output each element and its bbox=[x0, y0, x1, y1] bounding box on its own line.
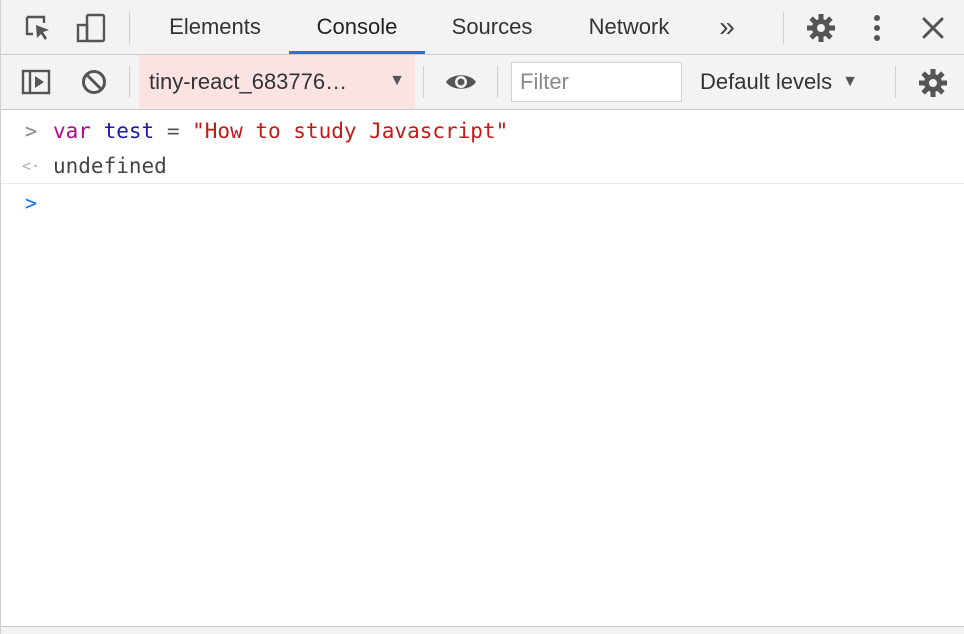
toolbar-separator bbox=[783, 12, 784, 44]
clear-console-icon[interactable] bbox=[77, 66, 111, 98]
console-input-code: var test = "How to study Javascript" bbox=[53, 119, 508, 143]
close-icon[interactable] bbox=[915, 10, 951, 46]
toolbar-separator bbox=[423, 66, 424, 98]
console-prompt[interactable]: > bbox=[1, 185, 964, 221]
console-output[interactable]: > var test = "How to study Javascript" <… bbox=[1, 110, 964, 626]
console-toolbar: tiny-react_683776… ▼ Default levels ▼ bbox=[1, 55, 964, 110]
tab-sources[interactable]: Sources bbox=[427, 0, 557, 54]
chevron-down-icon: ▼ bbox=[389, 72, 405, 89]
chevron-down-icon: ▼ bbox=[842, 73, 858, 90]
device-toolbar-icon[interactable] bbox=[73, 12, 109, 44]
entry-divider bbox=[1, 183, 964, 184]
gear-icon[interactable] bbox=[803, 10, 839, 46]
console-result-entry: <· undefined bbox=[1, 148, 964, 184]
code-operator: = bbox=[166, 119, 180, 143]
execution-context-label: tiny-react_683776… bbox=[149, 69, 348, 94]
drawer-edge bbox=[1, 626, 964, 634]
code-string: "How to study Javascript" bbox=[192, 119, 509, 143]
inspect-element-icon[interactable] bbox=[21, 12, 55, 44]
execution-context-selector[interactable]: tiny-react_683776… ▼ bbox=[139, 55, 415, 109]
eye-icon[interactable] bbox=[441, 66, 481, 98]
toolbar-separator bbox=[497, 66, 498, 98]
log-levels-dropdown[interactable]: Default levels ▼ bbox=[693, 55, 879, 109]
devtools-tab-bar: Elements Console Sources Network » bbox=[1, 0, 964, 55]
tab-console[interactable]: Console bbox=[289, 0, 425, 54]
filter-input[interactable] bbox=[511, 62, 682, 102]
input-chevron-icon: > bbox=[24, 119, 38, 143]
code-keyword: var bbox=[53, 119, 91, 143]
toolbar-separator bbox=[129, 66, 130, 98]
result-arrow-icon: <· bbox=[21, 157, 41, 175]
toolbar-separator bbox=[129, 12, 130, 44]
show-sidebar-icon[interactable] bbox=[19, 66, 53, 98]
devtools-window: Elements Console Sources Network » tiny-… bbox=[0, 0, 964, 634]
console-input-entry: > var test = "How to study Javascript" bbox=[1, 113, 964, 149]
tab-elements[interactable]: Elements bbox=[143, 0, 287, 54]
kebab-menu-icon[interactable] bbox=[863, 10, 891, 46]
toolbar-separator bbox=[895, 66, 896, 98]
code-variable: test bbox=[103, 119, 155, 143]
prompt-chevron-icon: > bbox=[24, 191, 38, 215]
tab-network[interactable]: Network bbox=[561, 0, 697, 54]
log-levels-label: Default levels bbox=[700, 69, 833, 94]
more-tabs-button[interactable]: » bbox=[705, 0, 745, 54]
console-settings-gear-icon[interactable] bbox=[915, 65, 951, 101]
console-result-value: undefined bbox=[53, 154, 167, 178]
